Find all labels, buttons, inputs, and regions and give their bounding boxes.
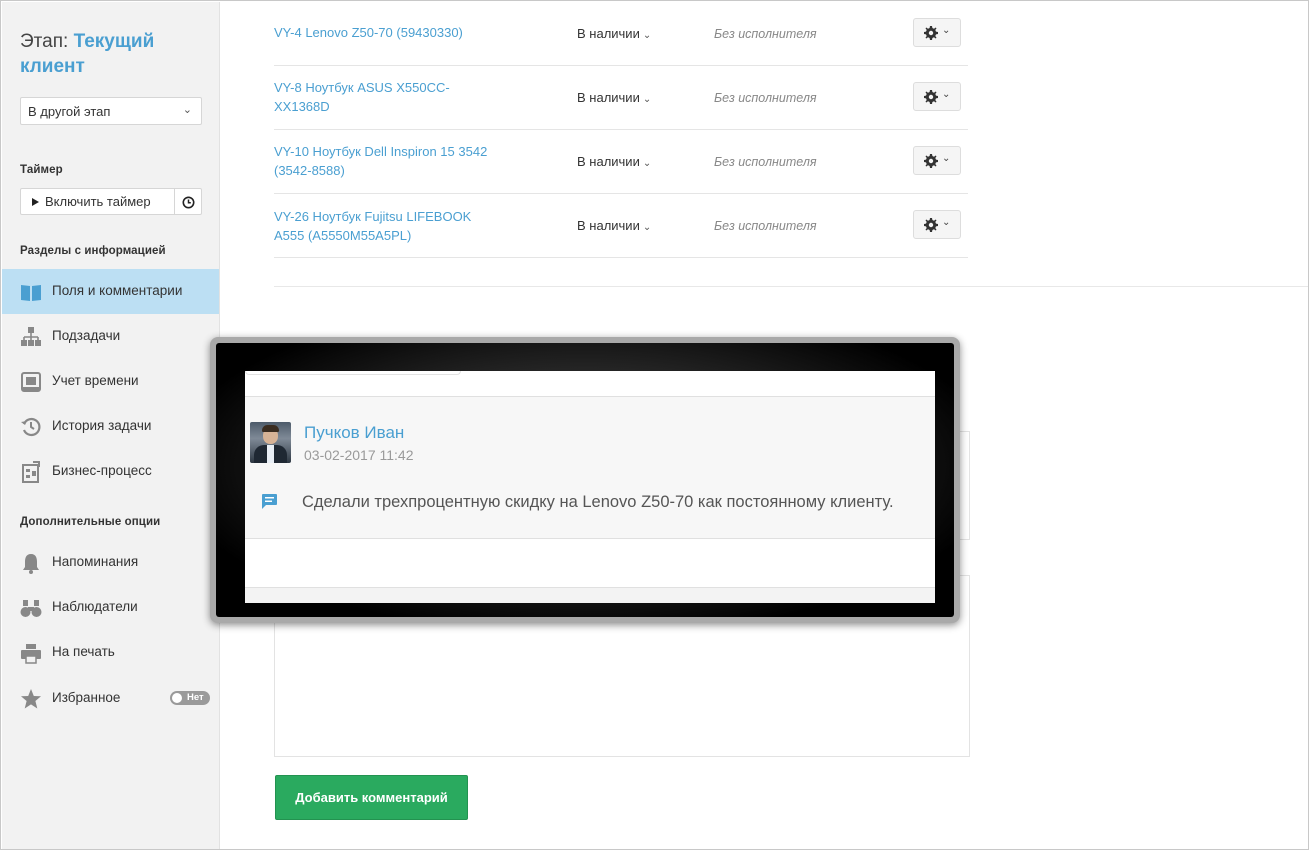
star-icon [21,689,41,709]
nav-item-fields-comments[interactable]: Поля и комментарии [2,269,219,314]
toggle-label: Нет [187,692,204,703]
chevron-down-icon: ⌄ [942,25,951,36]
comment-date: 03-02-2017 11:42 [304,447,414,463]
stage-title: Этап: Текущий клиент [20,29,210,79]
nav-item-print[interactable]: На печать [2,630,219,675]
nav-item-time-tracking[interactable]: Учет времени [2,359,219,404]
nav-item-watchers[interactable]: Наблюдатели [2,585,219,630]
gear-icon [924,26,938,40]
add-comment-button[interactable]: Добавить комментарий [275,775,468,820]
toggle-knob [172,693,182,703]
zoomed-comment-area: Пучков Иван 03-02-2017 11:42 Сделали тре… [245,371,935,603]
book-icon [21,285,41,301]
chevron-down-icon: ⌄ [642,30,652,41]
task-row: VY-8 Ноутбук ASUS X550CC-XX1368D В налич… [274,66,968,130]
task-row: VY-26 Ноутбук Fujitsu LIFEBOOK A555 (A55… [274,194,968,258]
chevron-down-icon: ⌄ [642,222,652,233]
start-timer-label: Включить таймер [45,194,151,209]
chevron-down-icon: ⌄ [642,94,652,105]
task-actions-button[interactable]: ⌄ [913,18,961,47]
gear-icon [924,154,938,168]
task-link[interactable]: VY-26 Ноутбук Fujitsu LIFEBOOK A555 (A55… [274,208,504,245]
printer-icon [21,644,41,664]
nav-item-label: История задачи [52,418,152,433]
status-label: В наличии [577,154,640,169]
extra-options-label: Дополнительные опции [20,516,161,528]
nav-item-label: Наблюдатели [52,599,138,614]
clock-icon [182,196,195,209]
gear-icon [924,218,938,232]
chevron-down-icon: ⌄ [942,89,951,100]
status-label: В наличии [577,26,640,41]
avatar [250,422,291,463]
status-dropdown[interactable]: В наличии ⌄ [577,26,651,41]
status-dropdown[interactable]: В наличии ⌄ [577,90,651,105]
zoom-frame: Пучков Иван 03-02-2017 11:42 Сделали тре… [216,343,954,617]
task-actions-button[interactable]: ⌄ [913,82,961,111]
nav-item-label: Бизнес-процесс [52,463,152,478]
play-icon [32,198,39,206]
nav-item-label: Поля и комментарии [52,283,183,298]
task-actions-button[interactable]: ⌄ [913,210,961,239]
zoomed-tab [245,371,461,375]
task-row: VY-10 Ноутбук Dell Inspiron 15 3542 (354… [274,130,968,194]
status-label: В наличии [577,218,640,233]
nav-item-label: Избранное [52,690,121,705]
nav-item-label: Учет времени [52,373,139,388]
comment-card: Пучков Иван 03-02-2017 11:42 Сделали тре… [245,397,935,539]
chevron-down-icon: ⌄ [642,158,652,169]
gear-icon [924,90,938,104]
stage-select[interactable]: В другой этап ⌄ [20,97,202,125]
chevron-down-icon: ⌄ [942,217,951,228]
comment-text: Сделали трехпроцентную скидку на Lenovo … [302,493,894,511]
stage-prefix: Этап: [20,31,69,52]
comment-icon [262,494,277,509]
info-sections-label: Разделы с информацией [20,245,166,257]
task-link[interactable]: VY-10 Ноутбук Dell Inspiron 15 3542 (354… [274,143,504,180]
zoomed-bottom-strip [245,587,935,603]
timer-section-label: Таймер [20,164,63,176]
favorites-toggle[interactable]: Нет [170,691,210,705]
nav-item-reminders[interactable]: Напоминания [2,540,219,585]
nav-item-favorites[interactable]: Избранное Нет [2,676,219,721]
hierarchy-icon [21,327,41,346]
status-dropdown[interactable]: В наличии ⌄ [577,154,651,169]
nav-item-label: Напоминания [52,554,139,569]
zoom-callout: Пучков Иван 03-02-2017 11:42 Сделали тре… [210,337,960,623]
section-divider [274,286,1308,287]
assignee: Без исполнителя [714,155,817,169]
assignee: Без исполнителя [714,219,817,233]
timer-history-button[interactable] [175,188,202,215]
task-actions-button[interactable]: ⌄ [913,146,961,175]
assignee: Без исполнителя [714,91,817,105]
nav-item-business-process[interactable]: Бизнес-процесс [2,449,219,494]
business-process-icon [22,461,40,483]
stage-select-label: В другой этап [28,104,111,119]
task-row: VY-4 Lenovo Z50-70 (59430330) В наличии ⌄… [274,2,968,66]
bell-icon [23,554,39,574]
nav-item-subtasks[interactable]: Подзадачи [2,314,219,359]
chevron-down-icon: ⌄ [182,104,192,116]
start-timer-button[interactable]: Включить таймер [20,188,175,215]
assignee: Без исполнителя [714,27,817,41]
history-icon [21,417,41,437]
nav-item-label: Подзадачи [52,328,121,343]
nav-item-task-history[interactable]: История задачи [2,404,219,449]
binoculars-icon [20,600,42,617]
nav-item-label: На печать [52,644,115,659]
task-link[interactable]: VY-8 Ноутбук ASUS X550CC-XX1368D [274,79,504,116]
app-frame: Этап: Текущий клиент В другой этап ⌄ Тай… [0,0,1309,850]
comment-author[interactable]: Пучков Иван [304,423,404,443]
chevron-down-icon: ⌄ [942,153,951,164]
task-link[interactable]: VY-4 Lenovo Z50-70 (59430330) [274,24,504,43]
time-log-icon [21,372,41,392]
zoomed-tabstrip [245,371,935,397]
status-label: В наличии [577,90,640,105]
status-dropdown[interactable]: В наличии ⌄ [577,218,651,233]
sidebar: Этап: Текущий клиент В другой этап ⌄ Тай… [2,2,220,849]
